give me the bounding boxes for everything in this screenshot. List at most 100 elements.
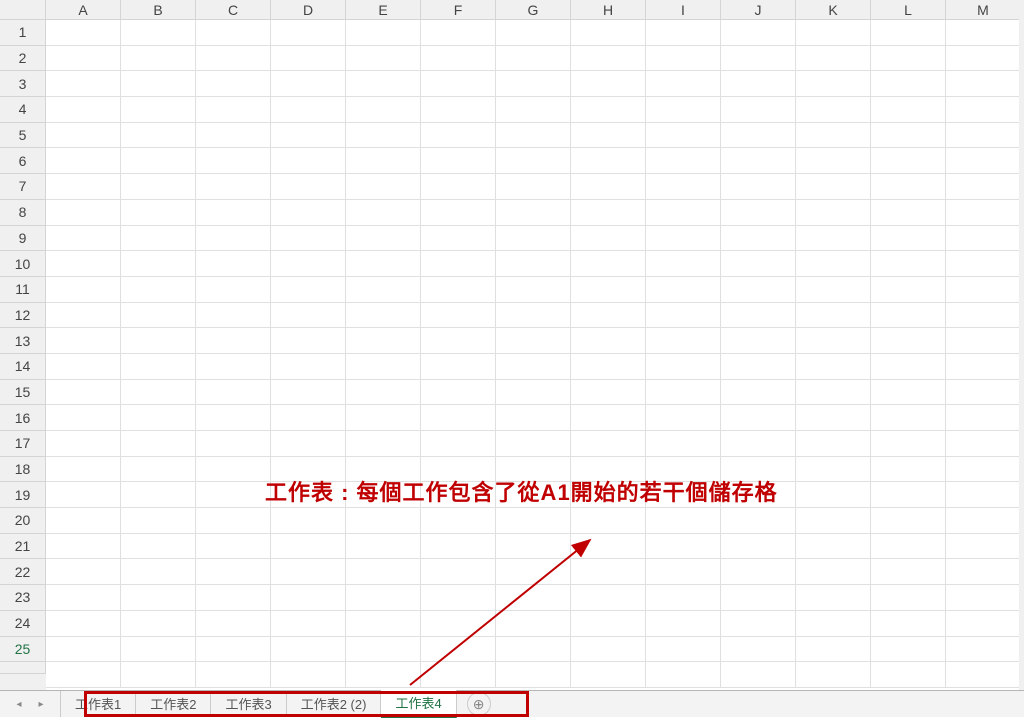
vertical-scrollbar[interactable] <box>1019 0 1024 690</box>
cell[interactable] <box>571 328 646 354</box>
column-header[interactable]: D <box>271 0 346 20</box>
cell[interactable] <box>271 226 346 252</box>
cell[interactable] <box>496 174 571 200</box>
cell[interactable] <box>121 20 196 46</box>
cell[interactable] <box>121 662 196 688</box>
cell[interactable] <box>121 123 196 149</box>
cell[interactable] <box>946 662 1021 688</box>
cell[interactable] <box>946 457 1021 483</box>
cell[interactable] <box>796 482 871 508</box>
cell[interactable] <box>946 585 1021 611</box>
cell[interactable] <box>121 457 196 483</box>
cell[interactable] <box>271 508 346 534</box>
cell[interactable] <box>496 637 571 663</box>
cell[interactable] <box>871 637 946 663</box>
cell[interactable] <box>871 585 946 611</box>
cell[interactable] <box>196 277 271 303</box>
cell[interactable] <box>496 380 571 406</box>
cell[interactable] <box>346 226 421 252</box>
cell[interactable] <box>46 354 121 380</box>
sheet-tab[interactable]: 工作表3 <box>211 691 286 717</box>
cell[interactable] <box>571 226 646 252</box>
cell[interactable] <box>496 71 571 97</box>
cell[interactable] <box>121 534 196 560</box>
cell[interactable] <box>496 97 571 123</box>
cell[interactable] <box>496 354 571 380</box>
cell[interactable] <box>796 71 871 97</box>
cell[interactable] <box>646 585 721 611</box>
cell[interactable] <box>421 328 496 354</box>
cell[interactable] <box>871 277 946 303</box>
cell[interactable] <box>571 611 646 637</box>
cell[interactable] <box>271 303 346 329</box>
cell[interactable] <box>946 123 1021 149</box>
cell[interactable] <box>196 405 271 431</box>
cell[interactable] <box>721 534 796 560</box>
cell[interactable] <box>721 123 796 149</box>
cell[interactable] <box>796 174 871 200</box>
cell[interactable] <box>796 534 871 560</box>
sheet-next-button[interactable]: ▸ <box>34 697 48 711</box>
cell[interactable] <box>571 97 646 123</box>
new-sheet-button[interactable]: ⊕ <box>467 692 491 716</box>
cell[interactable] <box>571 431 646 457</box>
cell[interactable] <box>346 354 421 380</box>
row-header[interactable]: 6 <box>0 148 46 174</box>
cell[interactable] <box>571 200 646 226</box>
cell[interactable] <box>871 431 946 457</box>
cell[interactable] <box>871 200 946 226</box>
cell[interactable] <box>196 148 271 174</box>
cell[interactable] <box>946 251 1021 277</box>
cell[interactable] <box>196 482 271 508</box>
cell[interactable] <box>946 380 1021 406</box>
cell[interactable] <box>946 97 1021 123</box>
cell[interactable] <box>421 534 496 560</box>
cell[interactable] <box>121 174 196 200</box>
cell[interactable] <box>571 251 646 277</box>
cell[interactable] <box>721 431 796 457</box>
row-header[interactable]: 1 <box>0 20 46 46</box>
cell[interactable] <box>496 148 571 174</box>
cell[interactable] <box>196 534 271 560</box>
cell[interactable] <box>721 226 796 252</box>
cell[interactable] <box>571 637 646 663</box>
cell[interactable] <box>121 97 196 123</box>
cell[interactable] <box>46 482 121 508</box>
cell[interactable] <box>871 559 946 585</box>
cell[interactable] <box>421 174 496 200</box>
cell[interactable] <box>121 431 196 457</box>
cell[interactable] <box>946 226 1021 252</box>
cell[interactable] <box>571 405 646 431</box>
cell[interactable] <box>646 534 721 560</box>
cell[interactable] <box>796 251 871 277</box>
sheet-tab[interactable]: 工作表2 <box>136 691 211 717</box>
column-header[interactable]: L <box>871 0 946 20</box>
cell[interactable] <box>571 380 646 406</box>
cell[interactable] <box>721 328 796 354</box>
cell[interactable] <box>946 174 1021 200</box>
cell[interactable] <box>271 662 346 688</box>
cell[interactable] <box>721 200 796 226</box>
cell[interactable] <box>346 534 421 560</box>
cell[interactable] <box>346 200 421 226</box>
cell[interactable] <box>946 71 1021 97</box>
row-header[interactable]: 24 <box>0 611 46 637</box>
row-header[interactable]: 2 <box>0 46 46 72</box>
cell[interactable] <box>871 611 946 637</box>
cell[interactable] <box>571 534 646 560</box>
cell[interactable] <box>721 303 796 329</box>
row-header[interactable]: 3 <box>0 71 46 97</box>
cell[interactable] <box>496 20 571 46</box>
sheet-tab[interactable]: 工作表4 <box>381 690 456 718</box>
cell[interactable] <box>646 662 721 688</box>
cell[interactable] <box>871 226 946 252</box>
cell[interactable] <box>871 251 946 277</box>
cell[interactable] <box>46 431 121 457</box>
cell[interactable] <box>196 20 271 46</box>
cell[interactable] <box>871 20 946 46</box>
cell[interactable] <box>196 303 271 329</box>
row-header[interactable]: 13 <box>0 328 46 354</box>
cell[interactable] <box>946 611 1021 637</box>
cell[interactable] <box>571 559 646 585</box>
row-header[interactable]: 7 <box>0 174 46 200</box>
